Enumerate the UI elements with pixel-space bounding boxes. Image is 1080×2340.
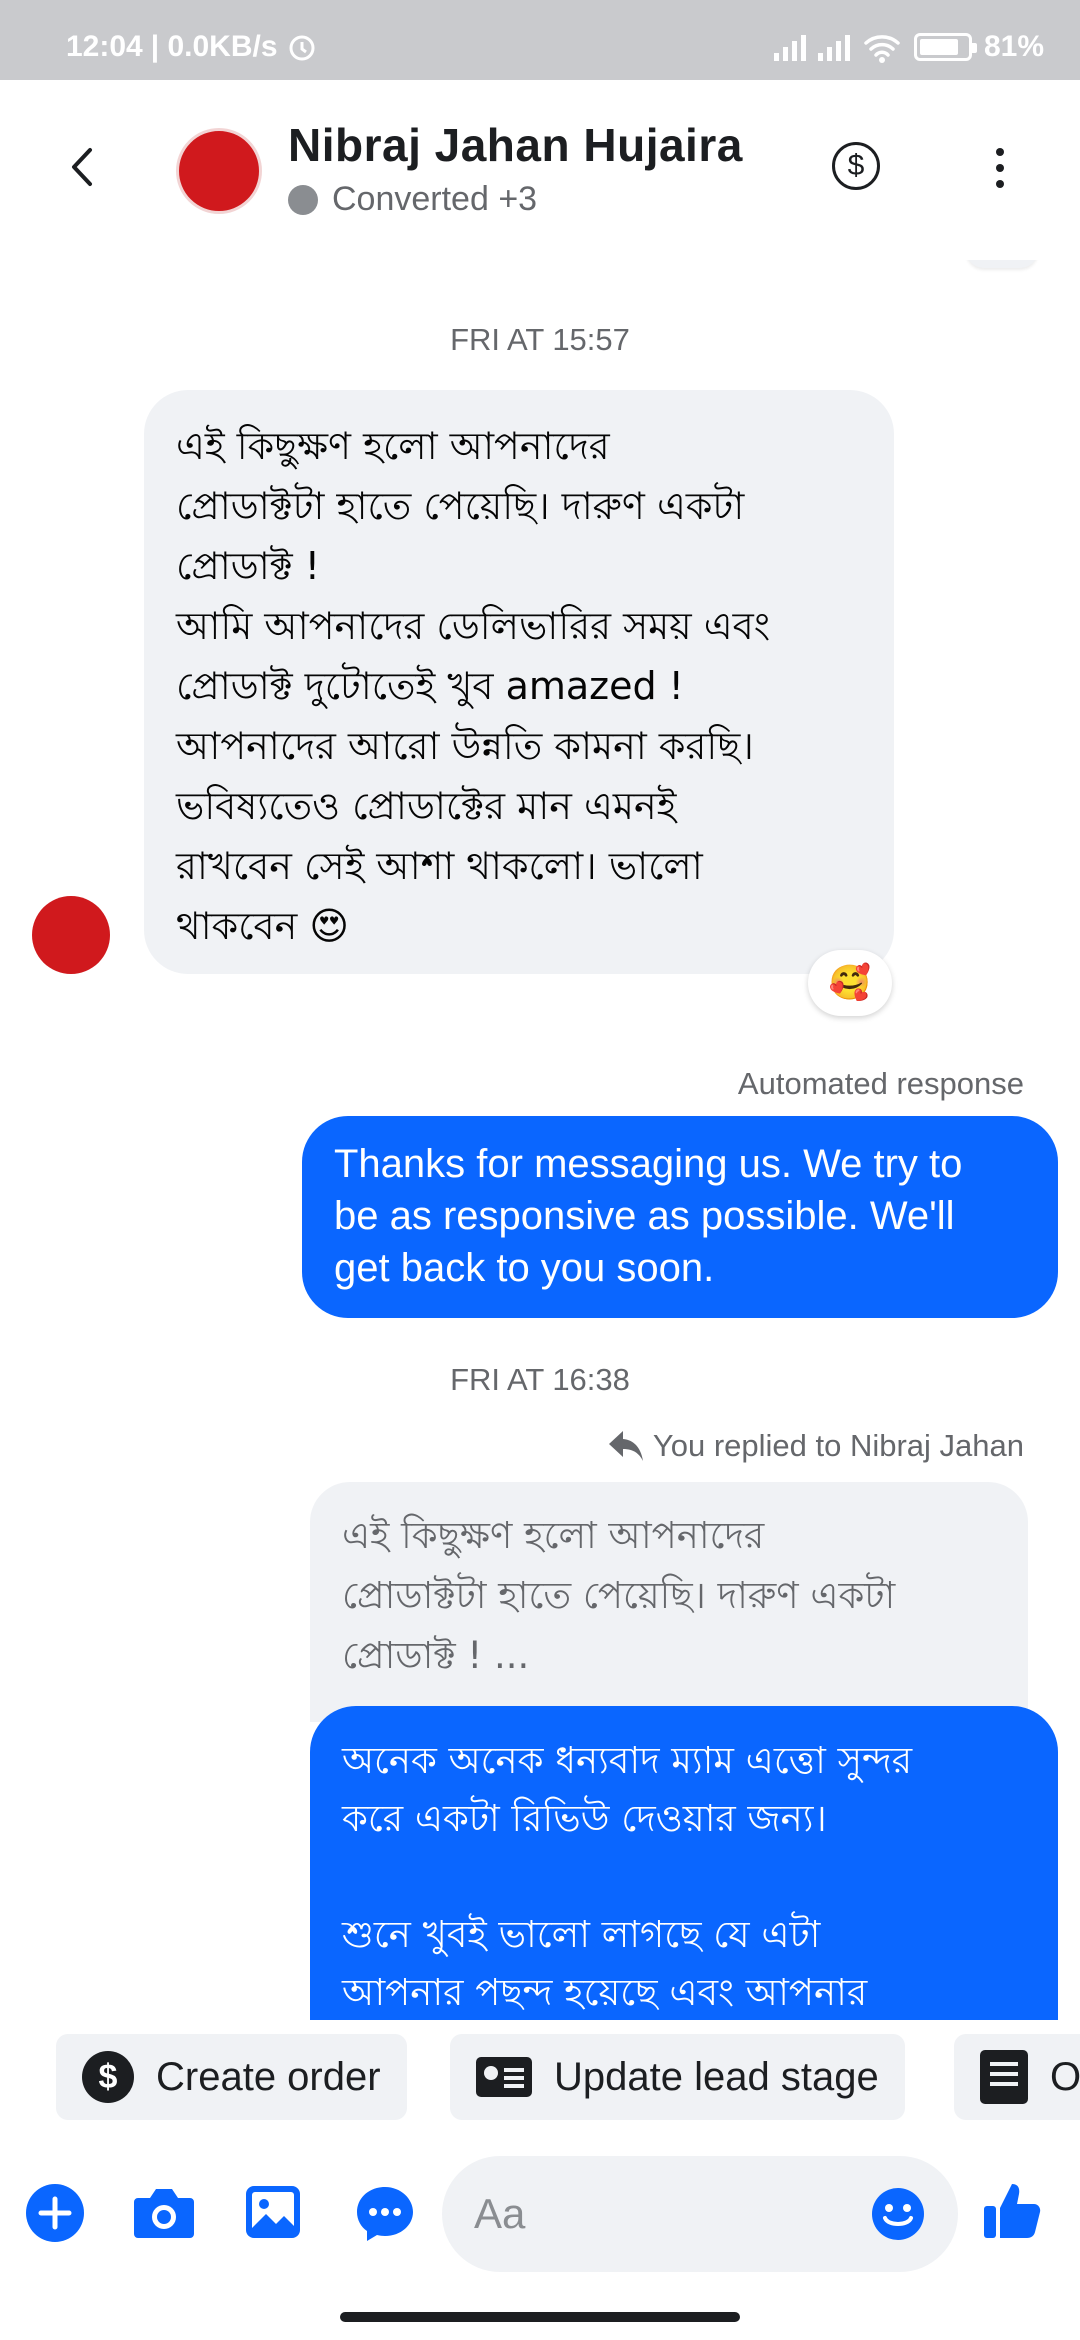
sender-avatar[interactable] bbox=[32, 896, 110, 974]
timestamp: FRI AT 15:57 bbox=[450, 322, 630, 357]
third-action-label: O bbox=[1050, 2054, 1080, 2099]
signal-icon-2 bbox=[817, 33, 850, 61]
camera-icon[interactable] bbox=[132, 2184, 196, 2242]
status-left: 12:04 | 0.0KB/s bbox=[66, 30, 318, 64]
contact-avatar[interactable] bbox=[176, 128, 262, 214]
third-action-button[interactable]: O bbox=[954, 2034, 1080, 2120]
quick-actions-bar: $ Create order Update lead stage O bbox=[0, 2020, 1080, 2130]
create-order-button[interactable]: $ Create order bbox=[56, 2034, 407, 2120]
contact-card-icon bbox=[476, 2057, 532, 2097]
status-right: 81% bbox=[773, 30, 1044, 64]
reply-message-bubble[interactable]: অনেক অনেক ধন্যবাদ ম্যাম এত্তো সুন্দর করে… bbox=[310, 1706, 1058, 2020]
contact-name[interactable]: Nibraj Jahan Hujaira bbox=[288, 118, 743, 172]
message-thread[interactable]: FRI AT 15:57 এই কিছুক্ষণ হলো আপনাদের প্র… bbox=[0, 260, 1080, 2020]
like-icon[interactable] bbox=[982, 2178, 1044, 2242]
plus-icon[interactable] bbox=[24, 2182, 86, 2244]
back-arrow-icon[interactable] bbox=[58, 142, 108, 192]
update-lead-stage-label: Update lead stage bbox=[554, 2054, 879, 2099]
alarm-icon bbox=[289, 35, 315, 61]
reply-indicator-label: You replied to Nibraj Jahan bbox=[652, 1428, 1024, 1463]
document-icon bbox=[980, 2050, 1028, 2104]
dollar-circle-icon: $ bbox=[82, 2051, 134, 2103]
signal-icon bbox=[773, 33, 806, 61]
network-speed: | 0.0KB/s bbox=[150, 30, 278, 63]
status-time: 12:04 bbox=[66, 30, 143, 63]
reply-arrow-icon bbox=[608, 1431, 643, 1461]
lead-status[interactable]: Converted +3 bbox=[288, 180, 537, 219]
battery-percent: 81% bbox=[983, 30, 1044, 63]
automated-message-bubble[interactable]: Thanks for messaging us. We try to be as… bbox=[302, 1116, 1058, 1318]
message-reaction[interactable]: 🥰 bbox=[808, 950, 892, 1016]
wifi-icon bbox=[864, 35, 900, 63]
timestamp: FRI AT 16:38 bbox=[450, 1362, 630, 1397]
status-dot-icon bbox=[288, 184, 318, 215]
update-lead-stage-button[interactable]: Update lead stage bbox=[450, 2034, 905, 2120]
incoming-message-bubble[interactable]: এই কিছুক্ষণ হলো আপনাদের প্রোডাক্টটা হাতে… bbox=[144, 390, 894, 974]
create-order-label: Create order bbox=[156, 2054, 381, 2099]
quoted-message[interactable]: এই কিছুক্ষণ হলো আপনাদের প্রোডাক্টটা হাতে… bbox=[310, 1482, 1028, 1722]
chat-header: Nibraj Jahan Hujaira Converted +3 $ bbox=[0, 80, 1080, 260]
home-indicator[interactable] bbox=[340, 2312, 740, 2322]
previous-bubble-edge bbox=[966, 260, 1038, 268]
message-input[interactable]: Aa bbox=[442, 2156, 958, 2272]
battery-icon bbox=[913, 33, 977, 61]
status-bar: 12:04 | 0.0KB/s 81% bbox=[0, 0, 1080, 80]
more-vertical-icon[interactable] bbox=[980, 144, 1020, 194]
lead-status-label: Converted +3 bbox=[332, 180, 538, 218]
message-input-placeholder: Aa bbox=[474, 2190, 526, 2237]
message-composer: Aa bbox=[0, 2150, 1080, 2280]
chat-extensions-icon[interactable] bbox=[354, 2184, 416, 2244]
automated-response-label: Automated response bbox=[737, 1066, 1024, 1101]
emoji-icon[interactable] bbox=[870, 2186, 926, 2242]
gallery-icon[interactable] bbox=[244, 2184, 302, 2240]
reply-indicator: You replied to Nibraj Jahan bbox=[607, 1428, 1024, 1464]
dollar-icon[interactable]: $ bbox=[832, 142, 880, 190]
